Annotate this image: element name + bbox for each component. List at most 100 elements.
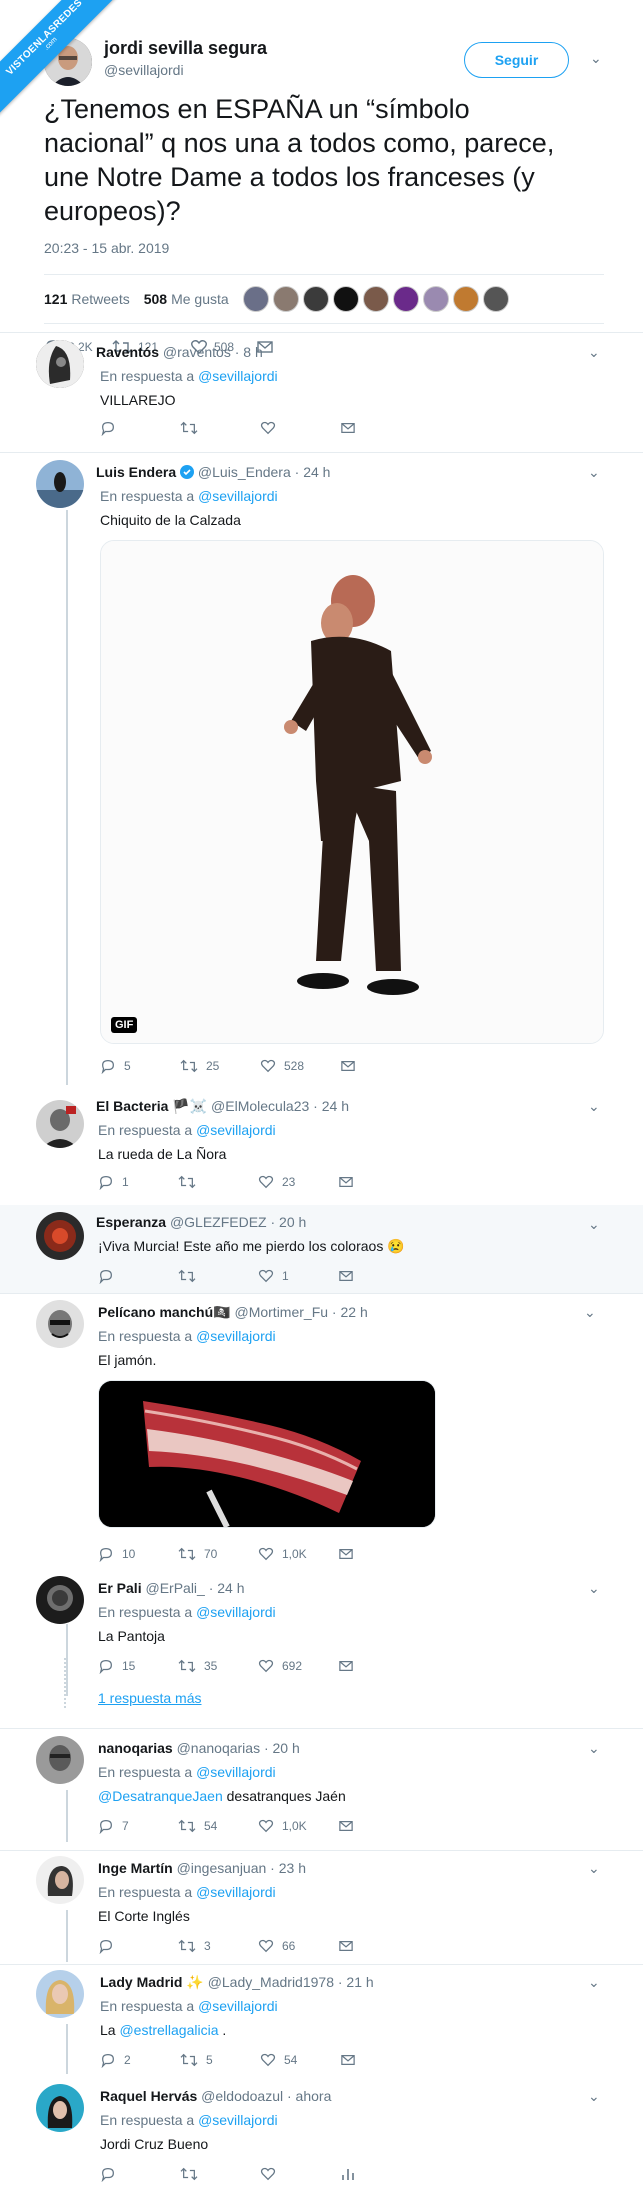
like-button[interactable]: 1,0K [258,1818,338,1834]
avatar[interactable] [36,340,84,388]
reply-author[interactable]: Raventós @raventos · 8 h [96,344,263,360]
like-button[interactable] [260,420,340,436]
author-name[interactable]: jordi sevilla segura [104,38,267,59]
chevron-down-icon[interactable]: ⌄ [588,1216,600,1233]
dm-button[interactable] [338,1175,418,1189]
chevron-down-icon[interactable]: ⌄ [588,1740,600,1757]
liker-avatar[interactable] [302,286,329,312]
reply-author[interactable]: nanoqarias @nanoqarias · 20 h [98,1740,300,1756]
avatar[interactable] [36,1856,84,1904]
avatar[interactable] [36,460,84,508]
replying-to-link[interactable]: @sevillajordi [196,1764,276,1780]
retweet-button[interactable]: 25 [180,1058,260,1074]
reply-button[interactable] [100,420,180,436]
mention-link[interactable]: @DesatranqueJaen [98,1788,223,1804]
chevron-down-icon[interactable]: ⌄ [588,2088,600,2105]
reply-author[interactable]: Esperanza @GLEZFEDEZ · 20 h [96,1214,306,1230]
dm-button[interactable] [338,1659,418,1673]
avatar[interactable] [36,1736,84,1784]
liker-avatar[interactable] [242,286,269,312]
dm-button[interactable] [340,1059,420,1073]
replying-to-link[interactable]: @sevillajordi [196,1884,276,1900]
retweet-button[interactable] [178,1174,258,1190]
like-button[interactable]: 528 [260,1058,340,1074]
chevron-down-icon[interactable]: ⌄ [590,50,602,67]
chevron-down-icon[interactable]: ⌄ [584,1304,596,1321]
analytics-button[interactable] [340,2166,420,2182]
reply-button[interactable] [100,2166,180,2182]
reply-author[interactable]: Inge Martín @ingesanjuan · 23 h [98,1860,306,1876]
replying-to-link[interactable]: @sevillajordi [196,1122,276,1138]
reply-author[interactable]: El Bacteria 🏴☠️ @ElMolecula23 · 24 h [96,1098,349,1115]
retweet-button[interactable]: 5 [180,2052,260,2068]
reply-author[interactable]: Raquel Hervás @eldodoazul · ahora [100,2088,331,2104]
avatar[interactable] [36,2084,84,2132]
liker-avatar[interactable] [332,286,359,312]
reply-button[interactable]: 2 [100,2052,180,2068]
retweet-button[interactable] [178,1268,258,1284]
chevron-down-icon[interactable]: ⌄ [588,1580,600,1597]
retweets-count[interactable]: 121 [44,291,67,307]
reply-button[interactable]: 5 [100,1058,180,1074]
like-button[interactable] [260,2166,340,2182]
avatar[interactable] [36,1212,84,1260]
liker-avatar[interactable] [392,286,419,312]
reply-button[interactable]: 10 [98,1546,178,1562]
liker-avatar[interactable] [272,286,299,312]
retweet-button[interactable]: 3 [178,1938,258,1954]
replying-to-link[interactable]: @sevillajordi [196,1604,276,1620]
like-button[interactable]: 54 [260,2052,340,2068]
dm-button[interactable] [338,1547,418,1561]
show-more-replies-link[interactable]: 1 respuesta más [98,1690,202,1706]
dm-button[interactable] [338,1939,418,1953]
retweet-button[interactable]: 70 [178,1546,258,1562]
liker-avatar[interactable] [482,286,509,312]
like-button[interactable]: 692 [258,1658,338,1674]
replying-to-link[interactable]: @sevillajordi [198,488,278,504]
liker-avatar[interactable] [422,286,449,312]
author-handle[interactable]: @sevillajordi [104,62,184,78]
retweet-button[interactable] [180,2166,260,2182]
dm-button[interactable] [338,1819,418,1833]
dm-button[interactable] [338,1269,418,1283]
reply-button[interactable] [98,1938,178,1954]
retweets-label[interactable]: Retweets [71,291,129,307]
liker-avatar[interactable] [452,286,479,312]
chevron-down-icon[interactable]: ⌄ [588,1098,600,1115]
tweet-date[interactable]: 20:23 - 15 abr. 2019 [44,240,604,260]
avatar[interactable] [36,1100,84,1148]
like-button[interactable]: 1 [258,1268,338,1284]
reply-author[interactable]: Lady Madrid ✨ @Lady_Madrid1978 · 21 h [100,1974,374,1991]
liker-avatar[interactable] [362,286,389,312]
chevron-down-icon[interactable]: ⌄ [588,1860,600,1877]
mention-link[interactable]: @estrellagalicia [119,2022,218,2038]
reply-button[interactable] [98,1268,178,1284]
reply-button[interactable]: 15 [98,1658,178,1674]
reply-author[interactable]: Pelícano manchú🏴‍☠️ @Mortimer_Fu · 22 h [98,1304,368,1321]
likes-count[interactable]: 508 [144,291,167,307]
avatar[interactable] [36,1300,84,1348]
reply-button[interactable]: 1 [98,1174,178,1190]
replying-to-link[interactable]: @sevillajordi [196,1328,276,1344]
like-button[interactable]: 66 [258,1938,338,1954]
reply-author[interactable]: Luis Endera @Luis_Endera · 24 h [96,464,330,482]
retweet-button[interactable]: 35 [178,1658,258,1674]
retweet-button[interactable]: 54 [178,1818,258,1834]
dm-button[interactable] [340,421,420,435]
replying-to-link[interactable]: @sevillajordi [198,2112,278,2128]
like-button[interactable]: 1,0K [258,1546,338,1562]
avatar[interactable] [36,1970,84,2018]
chevron-down-icon[interactable]: ⌄ [588,464,600,481]
gif-media[interactable]: GIF [100,540,604,1044]
avatar[interactable] [36,1576,84,1624]
like-button[interactable]: 23 [258,1174,338,1190]
image-media[interactable] [98,1380,436,1528]
retweet-button[interactable] [180,420,260,436]
chevron-down-icon[interactable]: ⌄ [588,1974,600,1991]
replying-to-link[interactable]: @sevillajordi [198,1998,278,2014]
follow-button[interactable]: Seguir [464,42,569,78]
dm-button[interactable] [340,2053,420,2067]
replying-to-link[interactable]: @sevillajordi [198,368,278,384]
chevron-down-icon[interactable]: ⌄ [588,344,600,361]
reply-author[interactable]: Er Pali @ErPali_ · 24 h [98,1580,245,1596]
